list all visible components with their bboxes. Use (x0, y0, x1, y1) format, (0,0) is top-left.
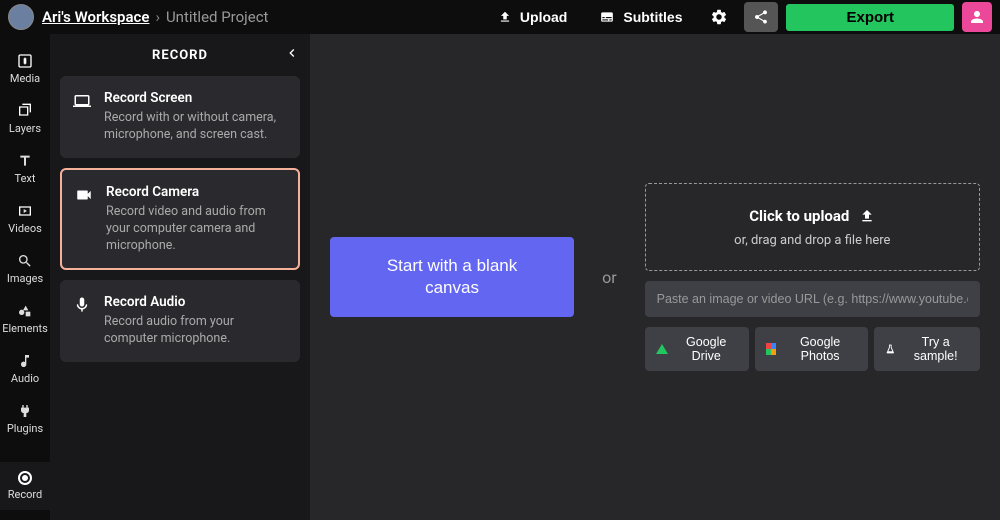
nav-record-label: Record (8, 488, 42, 501)
url-input[interactable] (645, 281, 980, 317)
upload-icon (859, 208, 875, 224)
record-icon (18, 471, 32, 485)
record-screen-desc: Record with or without camera, microphon… (104, 110, 288, 144)
record-panel: RECORD Record Screen Record with or with… (50, 34, 310, 520)
videos-icon (17, 203, 33, 219)
mic-icon (72, 294, 92, 348)
google-photos-label: Google Photos (783, 335, 856, 363)
nav-plugins-label: Plugins (7, 422, 43, 435)
nav-videos-label: Videos (8, 222, 42, 235)
breadcrumb-separator: › (155, 8, 160, 26)
upload-label: Upload (520, 9, 567, 25)
layers-icon (17, 103, 33, 119)
try-sample-button[interactable]: Try a sample! (874, 327, 980, 371)
canvas-area: Start with a blank canvas or Click to up… (310, 34, 1000, 520)
nav-layers[interactable]: Layers (0, 94, 50, 144)
record-camera-title: Record Camera (106, 184, 286, 200)
upload-button[interactable]: Upload (486, 3, 579, 31)
nav-record[interactable]: Record (0, 462, 50, 510)
upload-dropzone[interactable]: Click to upload or, drag and drop a file… (645, 183, 980, 271)
upload-icon (498, 10, 512, 24)
try-sample-label: Try a sample! (902, 335, 969, 363)
blank-canvas-button[interactable]: Start with a blank canvas (330, 237, 574, 317)
nav-plugins[interactable]: Plugins (0, 394, 50, 444)
subtitles-label: Subtitles (623, 9, 682, 25)
app-header: Ari's Workspace › Untitled Project Uploa… (0, 0, 1000, 34)
nav-layers-label: Layers (9, 122, 41, 135)
nav-videos[interactable]: Videos (0, 194, 50, 244)
record-audio-desc: Record audio from your computer micropho… (104, 314, 288, 348)
workspace-avatar[interactable] (8, 4, 34, 30)
record-camera-desc: Record video and audio from your compute… (106, 204, 286, 255)
plug-icon (17, 403, 33, 419)
text-icon (17, 153, 33, 169)
share-button[interactable] (744, 2, 778, 32)
subtitles-icon (599, 10, 615, 24)
google-drive-button[interactable]: Google Drive (645, 327, 749, 371)
left-nav-rail: Media Layers Text Videos Images Elements (0, 34, 50, 520)
media-icon (17, 53, 33, 69)
record-audio-title: Record Audio (104, 294, 288, 310)
profile-button[interactable] (962, 2, 992, 32)
nav-text[interactable]: Text (0, 144, 50, 194)
camera-icon (74, 184, 94, 255)
google-drive-icon (656, 344, 668, 354)
or-divider: or (602, 268, 617, 287)
nav-elements[interactable]: Elements (0, 294, 50, 344)
record-screen-title: Record Screen (104, 90, 288, 106)
google-photos-icon (766, 343, 777, 355)
source-chips: Google Drive Google Photos Try a sample! (645, 327, 980, 371)
nav-images[interactable]: Images (0, 244, 50, 294)
record-screen-card[interactable]: Record Screen Record with or without cam… (60, 76, 300, 158)
panel-title: RECORD (152, 48, 208, 63)
share-icon (753, 9, 769, 25)
settings-button[interactable] (702, 2, 736, 32)
nav-audio-label: Audio (11, 372, 39, 385)
chevron-left-icon (284, 45, 300, 61)
nav-audio[interactable]: Audio (0, 344, 50, 394)
flask-icon (885, 342, 896, 356)
nav-media-label: Media (10, 72, 40, 85)
panel-header: RECORD (50, 34, 310, 76)
record-camera-card[interactable]: Record Camera Record video and audio fro… (60, 168, 300, 271)
breadcrumb: Ari's Workspace › Untitled Project (42, 8, 268, 26)
screen-icon (72, 90, 92, 144)
panel-collapse-button[interactable] (284, 45, 300, 65)
nav-images-label: Images (7, 272, 43, 285)
upload-column: Click to upload or, drag and drop a file… (645, 183, 980, 371)
person-icon (968, 8, 986, 26)
subtitles-button[interactable]: Subtitles (587, 3, 694, 31)
nav-elements-label: Elements (2, 322, 48, 335)
nav-media[interactable]: Media (0, 44, 50, 94)
export-button[interactable]: Export (786, 4, 954, 31)
shapes-icon (17, 303, 33, 319)
note-icon (17, 353, 33, 369)
record-audio-card[interactable]: Record Audio Record audio from your comp… (60, 280, 300, 362)
workspace-link[interactable]: Ari's Workspace (42, 8, 149, 26)
google-drive-label: Google Drive (675, 335, 738, 363)
google-photos-button[interactable]: Google Photos (755, 327, 868, 371)
dropzone-subtitle: or, drag and drop a file here (662, 233, 963, 248)
project-name[interactable]: Untitled Project (166, 8, 269, 26)
search-icon (17, 253, 33, 269)
dropzone-title: Click to upload (749, 207, 849, 225)
nav-text-label: Text (15, 172, 36, 185)
gear-icon (710, 8, 728, 26)
